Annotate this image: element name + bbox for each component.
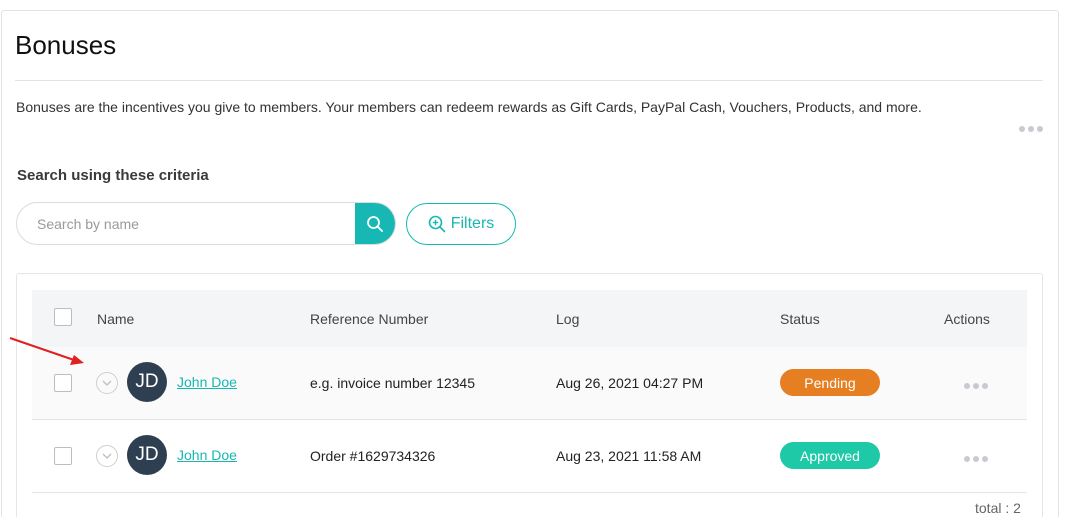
log-timestamp: Aug 23, 2021 11:58 AM <box>556 448 702 464</box>
table-row: JD John Doe Order #1629734326 Aug 23, 20… <box>32 420 1027 493</box>
more-options-icon[interactable] <box>1019 126 1043 132</box>
zoom-in-icon <box>428 215 446 233</box>
search-bar <box>16 202 396 245</box>
annotation-arrow-icon <box>9 337 84 365</box>
member-name-link[interactable]: John Doe <box>177 374 237 390</box>
reference-number: Order #1629734326 <box>310 448 436 464</box>
table-header: Name Reference Number Log Status Actions <box>32 290 1027 347</box>
title-divider <box>15 80 1043 81</box>
chevron-down-icon[interactable] <box>96 445 118 467</box>
row-actions-icon[interactable] <box>964 456 988 462</box>
search-input[interactable] <box>17 203 357 244</box>
column-header-name: Name <box>97 311 135 327</box>
status-badge: Pending <box>780 369 880 396</box>
filters-label: Filters <box>450 215 495 232</box>
row-checkbox[interactable] <box>54 447 72 465</box>
log-timestamp: Aug 26, 2021 04:27 PM <box>556 375 704 391</box>
search-criteria-heading: Search using these criteria <box>17 167 209 184</box>
page-description: Bonuses are the incentives you give to m… <box>16 99 922 115</box>
reference-number: e.g. invoice number 12345 <box>310 375 475 391</box>
status-badge: Approved <box>780 442 880 469</box>
column-header-log: Log <box>556 311 580 327</box>
select-all-checkbox[interactable] <box>54 308 72 326</box>
avatar: JD <box>127 362 167 402</box>
column-header-reference: Reference Number <box>310 311 429 327</box>
bonuses-table: Name Reference Number Log Status Actions… <box>16 273 1043 517</box>
filters-button[interactable]: Filters <box>406 203 516 245</box>
column-header-actions: Actions <box>944 311 990 327</box>
column-header-status: Status <box>780 311 820 327</box>
member-name-link[interactable]: John Doe <box>177 447 237 463</box>
search-icon <box>367 215 383 232</box>
page-title: Bonuses <box>15 30 117 60</box>
total-count: total : 2 <box>975 500 1021 516</box>
row-checkbox[interactable] <box>54 374 72 392</box>
search-button[interactable] <box>355 203 395 244</box>
row-actions-icon[interactable] <box>964 383 988 389</box>
avatar: JD <box>127 435 167 475</box>
table-row: JD John Doe e.g. invoice number 12345 Au… <box>32 347 1027 420</box>
chevron-down-icon[interactable] <box>96 372 118 394</box>
